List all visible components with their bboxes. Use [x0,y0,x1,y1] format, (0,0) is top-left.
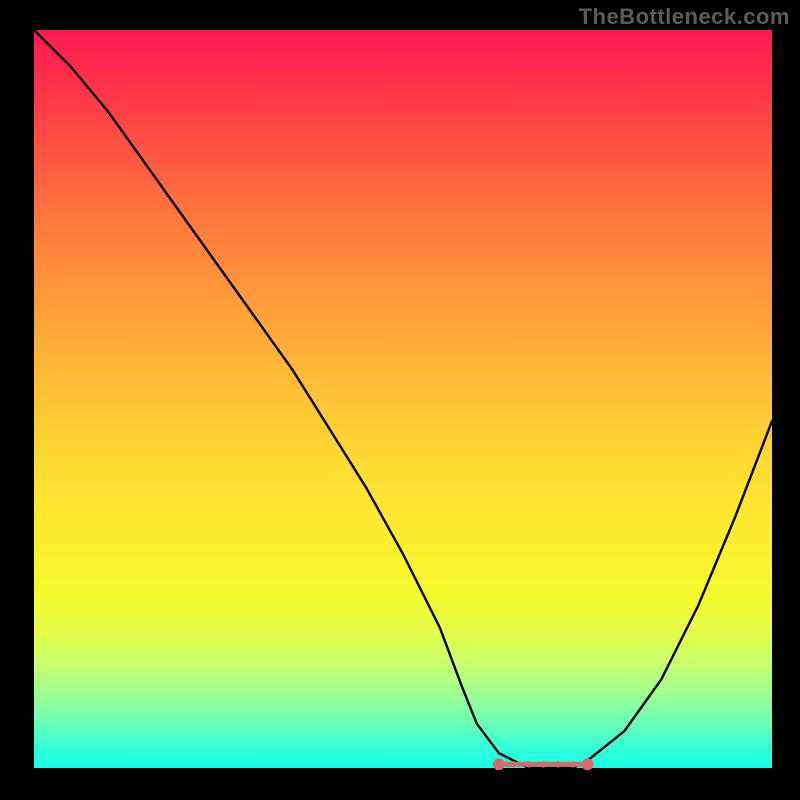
trough-dot-icon [540,761,546,767]
watermark-text: TheBottleneck.com [579,4,790,30]
chart-frame: TheBottleneck.com [0,0,800,800]
bottleneck-curve [34,30,772,768]
trough-dot-icon [525,761,531,767]
bottleneck-curve-layer [34,30,772,768]
trough-dot-icon [570,761,576,767]
plot-area [34,30,772,768]
trough-dot-icon [511,761,517,767]
trough-dot-icon [555,761,561,767]
